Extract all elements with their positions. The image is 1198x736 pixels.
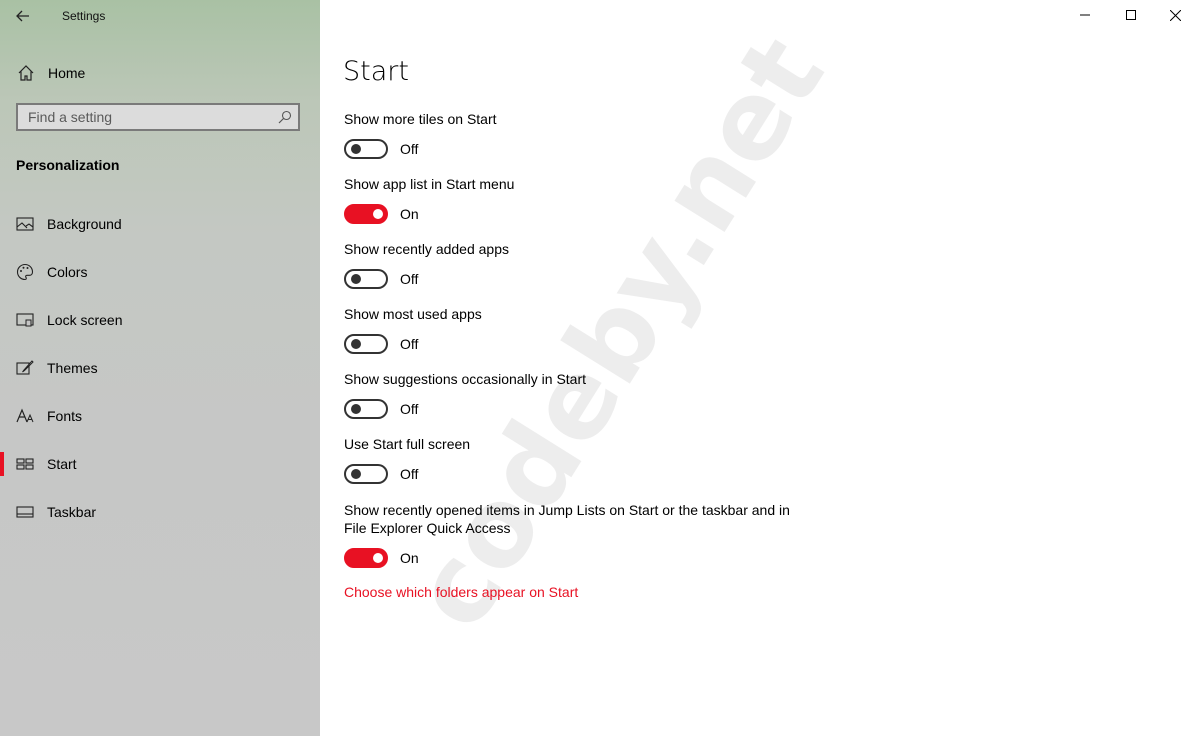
- minimize-button[interactable]: [1062, 0, 1108, 30]
- toggle-state: On: [400, 206, 419, 222]
- home-icon: [18, 65, 34, 81]
- setting-more-tiles: Show more tiles on Start Off: [344, 110, 804, 161]
- sidebar: Settings Home Personalization Background…: [0, 0, 320, 736]
- setting-label: Show suggestions occasionally in Start: [344, 371, 587, 387]
- toggle-knob: [351, 469, 361, 479]
- nav-item-colors[interactable]: Colors: [0, 252, 320, 292]
- setting-full-screen: Use Start full screen Off: [344, 435, 804, 486]
- full-screen-toggle[interactable]: [344, 464, 388, 484]
- toggle-state: Off: [400, 271, 419, 287]
- back-arrow-icon: [16, 10, 29, 22]
- jump-lists-toggle[interactable]: [344, 548, 388, 568]
- setting-recently-added: Show recently added apps Off: [344, 240, 804, 291]
- toggle-knob: [351, 404, 361, 414]
- toggle-knob: [373, 553, 383, 563]
- setting-label: Show recently added apps: [344, 241, 509, 257]
- suggestions-toggle[interactable]: [344, 399, 388, 419]
- setting-label: Show most used apps: [344, 306, 482, 322]
- nav-item-label: Taskbar: [47, 504, 97, 520]
- setting-label: Show app list in Start menu: [344, 176, 515, 192]
- recently-added-toggle[interactable]: [344, 269, 388, 289]
- selection-indicator: [0, 452, 4, 476]
- most-used-toggle[interactable]: [344, 334, 388, 354]
- setting-suggestions: Show suggestions occasionally in Start O…: [344, 370, 804, 421]
- back-button[interactable]: [8, 4, 38, 28]
- toggle-knob: [351, 274, 361, 284]
- close-icon: [1169, 9, 1181, 21]
- nav-item-background[interactable]: Background: [0, 204, 320, 244]
- more-tiles-toggle[interactable]: [344, 139, 388, 159]
- picture-icon: [16, 217, 34, 231]
- maximize-button[interactable]: [1108, 0, 1154, 30]
- toggle-state: Off: [400, 336, 419, 352]
- setting-jump-lists: Show recently opened items in Jump Lists…: [344, 501, 794, 570]
- nav-item-label: Background: [47, 216, 122, 232]
- palette-icon: [17, 263, 34, 281]
- toggle-state: Off: [400, 401, 419, 417]
- nav-item-label: Lock screen: [47, 312, 123, 328]
- nav-item-label: Start: [47, 456, 77, 472]
- search-box[interactable]: [16, 103, 300, 131]
- minimize-icon: [1080, 14, 1090, 16]
- toggle-knob: [351, 339, 361, 349]
- home-label: Home: [48, 65, 86, 81]
- toggle-knob: [351, 144, 361, 154]
- home-button[interactable]: Home: [0, 56, 320, 88]
- lock-screen-icon: [16, 313, 34, 327]
- page-title: Start: [343, 56, 409, 87]
- setting-label: Use Start full screen: [344, 436, 471, 452]
- setting-most-used: Show most used apps Off: [344, 305, 804, 356]
- font-icon: [16, 408, 34, 423]
- app-title: Settings: [62, 9, 106, 23]
- nav-item-lock-screen[interactable]: Lock screen: [0, 300, 320, 340]
- toggle-state: On: [400, 550, 419, 566]
- toggle-knob: [373, 209, 383, 219]
- setting-app-list: Show app list in Start menu On: [344, 175, 804, 226]
- brush-icon: [16, 360, 34, 375]
- title-bar: Settings: [0, 0, 320, 32]
- nav-item-label: Themes: [47, 360, 98, 376]
- section-heading: Personalization: [16, 157, 120, 173]
- start-tiles-icon: [16, 458, 34, 470]
- nav-item-fonts[interactable]: Fonts: [0, 396, 320, 436]
- nav-item-taskbar[interactable]: Taskbar: [0, 492, 320, 532]
- toggle-state: Off: [400, 466, 419, 482]
- search-input[interactable]: [18, 105, 278, 129]
- close-button[interactable]: [1152, 0, 1198, 30]
- app-list-toggle[interactable]: [344, 204, 388, 224]
- choose-folders-link[interactable]: Choose which folders appear on Start: [344, 584, 578, 600]
- nav-item-start[interactable]: Start: [0, 444, 320, 484]
- setting-label: Show more tiles on Start: [344, 111, 497, 127]
- maximize-icon: [1126, 10, 1136, 20]
- search-icon[interactable]: [278, 110, 292, 124]
- toggle-state: Off: [400, 141, 419, 157]
- nav-item-label: Colors: [47, 264, 88, 280]
- setting-label: Show recently opened items in Jump Lists…: [344, 502, 790, 536]
- nav-item-themes[interactable]: Themes: [0, 348, 320, 388]
- nav-item-label: Fonts: [47, 408, 83, 424]
- taskbar-icon: [16, 506, 34, 518]
